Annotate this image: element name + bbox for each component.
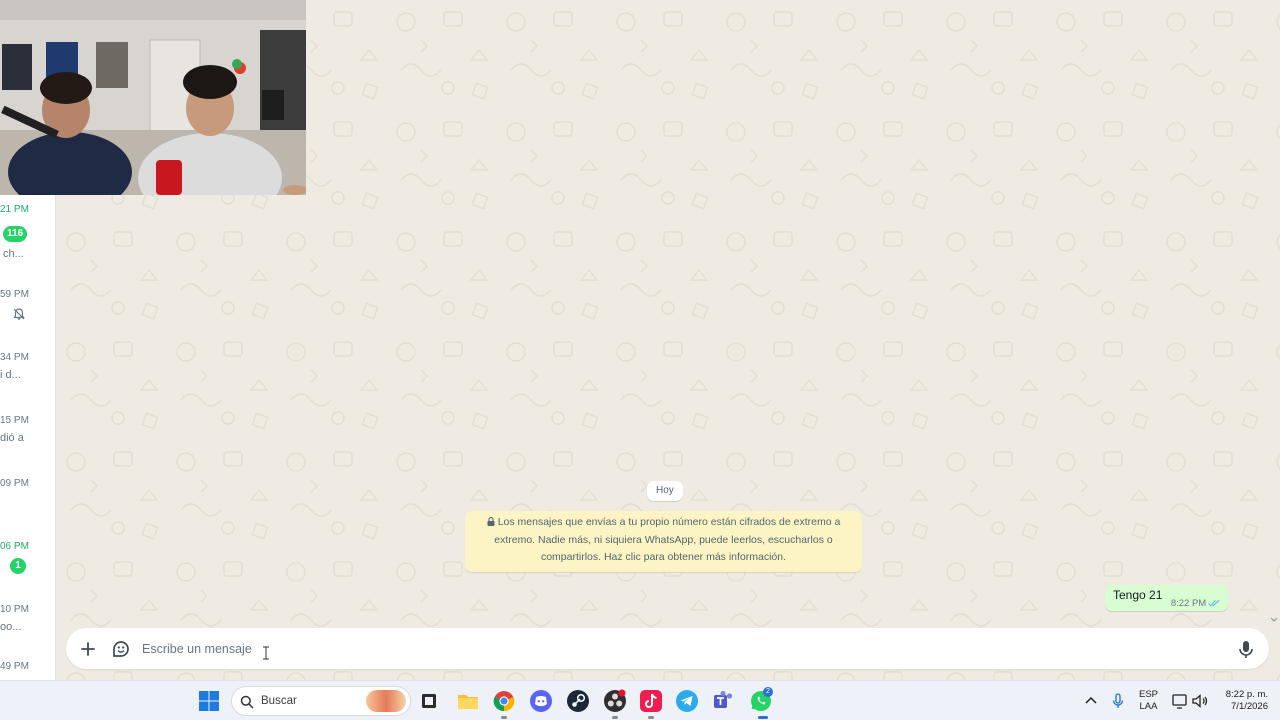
chat-time: 34 PM — [0, 352, 29, 363]
unread-badge: 116 — [3, 226, 28, 242]
microphone-icon[interactable] — [1235, 638, 1257, 660]
microphone-tray-icon[interactable] — [1106, 689, 1130, 713]
chat-time: 59 PM — [0, 289, 29, 300]
windows-taskbar: Buscar ESP LAA 8:22 p. m. 7/1/2026 — [0, 680, 1280, 720]
muted-bell-icon — [13, 308, 25, 320]
encryption-notice-text: Los mensajes que envías a tu propio núme… — [494, 516, 841, 563]
message-time: 8:22 PM — [1171, 598, 1220, 609]
taskbar-search[interactable]: Buscar — [231, 686, 411, 716]
webcam-overlay — [0, 0, 306, 195]
chat-list-item[interactable]: 59 PM — [0, 289, 55, 329]
chat-list-item[interactable]: 09 PM — [0, 478, 55, 518]
chat-time: 09 PM — [0, 478, 29, 489]
tiktok-icon[interactable] — [639, 689, 663, 713]
language-layout: LAA — [1139, 701, 1158, 712]
chat-snippet: oo... — [0, 621, 22, 633]
chrome-icon[interactable] — [492, 689, 516, 713]
plus-icon[interactable] — [77, 638, 99, 660]
chat-list-item[interactable]: 06 PM 1 — [0, 541, 55, 581]
message-text: Tengo 21 — [1113, 588, 1163, 602]
chat-time: 06 PM — [0, 541, 29, 552]
chat-snippet: i d... — [0, 369, 21, 381]
task-view-icon[interactable] — [417, 689, 441, 713]
chat-list-item[interactable]: 15 PM dió a — [0, 415, 55, 455]
running-indicator — [501, 716, 507, 719]
message-input[interactable] — [142, 636, 1222, 661]
chevron-up-icon[interactable] — [1079, 689, 1103, 713]
file-explorer-icon[interactable] — [456, 689, 480, 713]
outgoing-message[interactable]: Tengo 21 8:22 PM — [1105, 585, 1229, 611]
steam-icon[interactable] — [566, 689, 590, 713]
input-language[interactable]: ESP LAA — [1139, 689, 1158, 713]
lock-icon — [487, 517, 495, 526]
encryption-notice[interactable]: Los mensajes que envías a tu propio núme… — [465, 511, 862, 572]
running-indicator — [612, 716, 618, 719]
chat-list-item[interactable]: 10 PM oo... — [0, 604, 55, 644]
running-indicator — [758, 716, 768, 719]
running-indicator — [648, 716, 654, 719]
chat-time: 49 PM — [0, 661, 29, 672]
volume-icon[interactable] — [1188, 689, 1212, 713]
date-divider: Hoy — [647, 481, 683, 501]
clock[interactable]: 8:22 p. m. 7/1/2026 — [1216, 689, 1268, 713]
chat-snippet: dió a — [0, 432, 24, 444]
chat-snippet: ch... — [3, 248, 24, 260]
teams-icon[interactable] — [711, 689, 735, 713]
telegram-icon[interactable] — [675, 689, 699, 713]
read-ticks-icon — [1208, 599, 1220, 607]
text-cursor-icon — [263, 646, 269, 660]
clock-time: 8:22 p. m. — [1225, 689, 1268, 700]
search-highlight-image — [366, 690, 406, 712]
windows-start-icon[interactable] — [197, 689, 221, 713]
language-code: ESP — [1139, 689, 1159, 700]
chat-list-item[interactable]: 21 PM 116 ch... — [0, 204, 55, 264]
webcam-scene — [0, 0, 306, 195]
scroll-down-icon[interactable] — [1270, 616, 1278, 624]
chat-time: 10 PM — [0, 604, 29, 615]
obs-icon[interactable] — [603, 689, 627, 713]
unread-badge: 1 — [10, 558, 26, 574]
message-composer — [66, 628, 1269, 669]
chat-list-item[interactable]: 49 PM — [0, 661, 55, 680]
chat-time: 21 PM — [0, 204, 29, 215]
discord-icon[interactable] — [529, 689, 553, 713]
sticker-icon[interactable] — [110, 638, 132, 660]
chat-list-item[interactable]: 34 PM i d... — [0, 352, 55, 392]
clock-date: 7/1/2026 — [1231, 701, 1268, 712]
message-timestamp: 8:22 PM — [1170, 598, 1207, 609]
search-icon — [240, 695, 254, 709]
chat-time: 15 PM — [0, 415, 29, 426]
search-label: Buscar — [261, 695, 297, 707]
whatsapp-notification-badge: 2 — [763, 687, 773, 697]
